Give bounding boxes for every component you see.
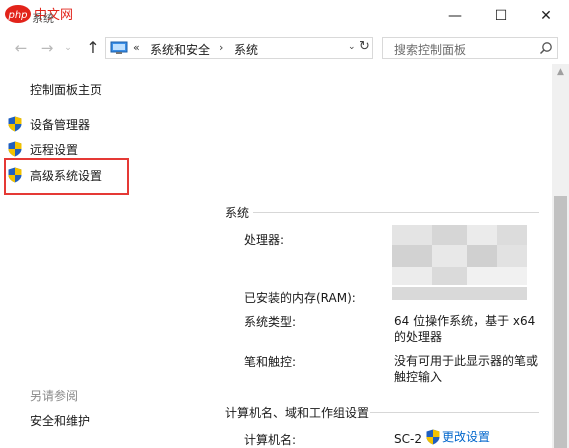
shield-icon — [426, 429, 440, 444]
change-settings-link[interactable]: 更改设置 — [426, 428, 490, 445]
security-and-maintenance-link[interactable]: 安全和维护 — [30, 412, 90, 429]
remote-settings-label: 远程设置 — [30, 142, 79, 157]
recent-locations-button[interactable]: ⌄ — [62, 38, 74, 58]
system-section-title: 系统 — [225, 206, 250, 220]
section-divider — [370, 412, 539, 413]
control-panel-home-link[interactable]: 控制面板主页 — [30, 81, 102, 98]
control-panel-icon — [110, 41, 128, 54]
section-divider — [253, 212, 539, 213]
navigation-bar: ← → ⌄ ↑ « 系统和安全 › 系统 ⌄ ↻ 搜索控制面板 — [0, 32, 569, 64]
computer-name-section-title: 计算机名、域和工作组设置 — [225, 406, 370, 420]
back-button[interactable]: ← — [12, 38, 30, 58]
search-icon[interactable] — [539, 41, 553, 55]
scroll-up-icon[interactable]: ▲ — [552, 64, 569, 81]
address-dropdown-icon[interactable]: ⌄ — [348, 42, 356, 52]
pen-and-touch-value: 没有可用于此显示器的笔或触控输入 — [394, 354, 539, 384]
address-bar[interactable]: « 系统和安全 › 系统 ⌄ ↻ — [105, 37, 373, 59]
system-type-label: 系统类型: — [244, 315, 297, 329]
breadcrumb-system-and-security[interactable]: 系统和安全 — [150, 41, 210, 58]
shield-icon — [8, 141, 22, 157]
window-title: 系统 — [32, 12, 54, 25]
highlight-box — [4, 158, 129, 195]
breadcrumb-system[interactable]: 系统 — [234, 41, 258, 58]
svg-text:php: php — [7, 10, 27, 21]
close-button[interactable]: ✕ — [523, 0, 569, 32]
address-overflow-chevron[interactable]: « — [133, 41, 140, 54]
forward-button[interactable]: → — [38, 38, 56, 58]
shield-icon — [8, 116, 22, 132]
breadcrumb-separator-icon[interactable]: › — [219, 41, 223, 54]
scroll-thumb[interactable] — [554, 196, 567, 448]
redacted-values — [392, 225, 529, 300]
computer-name-label: 计算机名: — [244, 433, 297, 447]
maximize-button[interactable]: ☐ — [478, 0, 524, 32]
vertical-scrollbar[interactable]: ▲ — [552, 64, 569, 448]
search-box[interactable]: 搜索控制面板 — [382, 37, 558, 59]
device-manager-label: 设备管理器 — [30, 117, 91, 132]
system-type-value: 64 位操作系统，基于 x64 的处理器 — [394, 314, 536, 344]
remote-settings-link[interactable]: 远程设置 — [8, 140, 78, 158]
up-button[interactable]: ↑ — [84, 38, 102, 58]
search-input[interactable]: 搜索控制面板 — [394, 41, 466, 58]
installed-memory-label: 已安装的内存(RAM): — [244, 291, 356, 305]
change-settings-label: 更改设置 — [442, 430, 491, 444]
device-manager-link[interactable]: 设备管理器 — [8, 115, 90, 133]
see-also-heading: 另请参阅 — [30, 389, 79, 403]
title-bar: php 中文网 系统 — ☐ ✕ — [0, 0, 569, 32]
processor-label: 处理器: — [244, 233, 285, 247]
pen-and-touch-label: 笔和触控: — [244, 355, 297, 369]
minimize-button[interactable]: — — [432, 0, 478, 32]
refresh-icon[interactable]: ↻ — [359, 39, 370, 54]
computer-name-value: SC-2 — [394, 432, 422, 446]
